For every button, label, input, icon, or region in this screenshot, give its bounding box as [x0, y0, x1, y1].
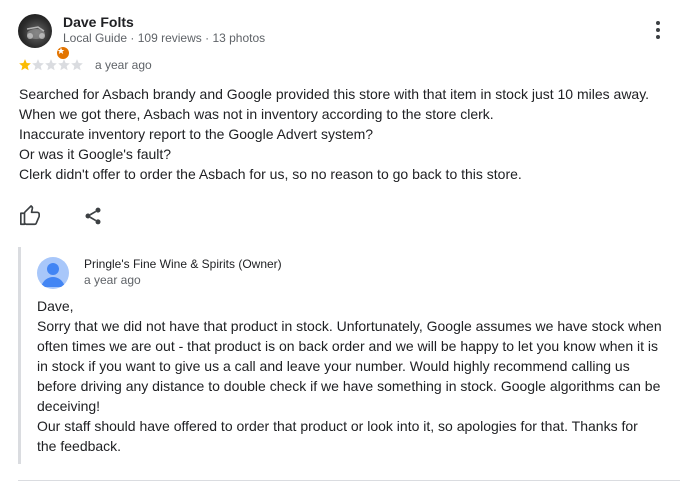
share-button[interactable] — [83, 206, 103, 226]
thumbs-up-icon — [20, 205, 40, 226]
review-text: Searched for Asbach brandy and Google pr… — [19, 84, 679, 184]
review-text-line: Clerk didn't offer to order the Asbach f… — [19, 166, 522, 182]
owner-name: Pringle's Fine Wine & Spirits (Owner) — [84, 257, 282, 271]
owner-response-line: in stock if you want to give us a call a… — [37, 358, 630, 374]
reviewer-avatar[interactable] — [18, 14, 70, 60]
star-empty-icon — [58, 59, 70, 71]
reviewer-name[interactable]: Dave Folts — [63, 14, 134, 30]
share-icon — [85, 207, 101, 225]
star-filled-icon — [19, 59, 31, 71]
meta-separator: · — [130, 31, 138, 45]
owner-response-line: before driving any distance to double ch… — [37, 378, 661, 394]
owner-response-line: deceiving! — [37, 398, 101, 414]
owner-avatar[interactable] — [37, 257, 69, 289]
review-divider — [18, 480, 680, 481]
owner-response-line: Our staff should have offered to order t… — [37, 418, 638, 434]
photo-count: 13 photos — [212, 31, 266, 45]
star-empty-icon — [45, 59, 57, 71]
owner-response: Pringle's Fine Wine & Spirits (Owner) a … — [18, 247, 683, 464]
reviewer-photo — [26, 26, 45, 39]
like-button[interactable] — [19, 205, 41, 227]
review-text-line: Searched for Asbach brandy and Google pr… — [19, 86, 650, 102]
review-count: 109 reviews — [137, 31, 202, 45]
reviewer-meta: Local Guide · 109 reviews · 13 photos — [63, 31, 265, 45]
star-empty-icon — [71, 59, 83, 71]
owner-response-line: Sorry that we did not have that product … — [37, 318, 662, 334]
star-rating — [18, 58, 83, 72]
owner-response-line: the feedback. — [37, 438, 122, 454]
review-text-line: When we got there, Asbach was not in inv… — [19, 106, 494, 122]
owner-response-line: often times we are out - that product is… — [37, 338, 658, 354]
local-guide-label: Local Guide — [63, 31, 128, 45]
more-options-button[interactable] — [648, 18, 668, 42]
owner-response-text: Dave, Sorry that we did not have that pro… — [37, 296, 682, 456]
owner-response-time: a year ago — [84, 273, 141, 287]
review-text-line: Or was it Google's fault? — [19, 146, 172, 162]
owner-response-line: Dave, — [37, 298, 74, 314]
review-text-line: Inaccurate inventory report to the Googl… — [19, 126, 374, 142]
review-time: a year ago — [95, 58, 152, 72]
star-empty-icon — [32, 59, 44, 71]
more-vert-icon — [656, 21, 660, 39]
person-icon — [41, 263, 65, 287]
